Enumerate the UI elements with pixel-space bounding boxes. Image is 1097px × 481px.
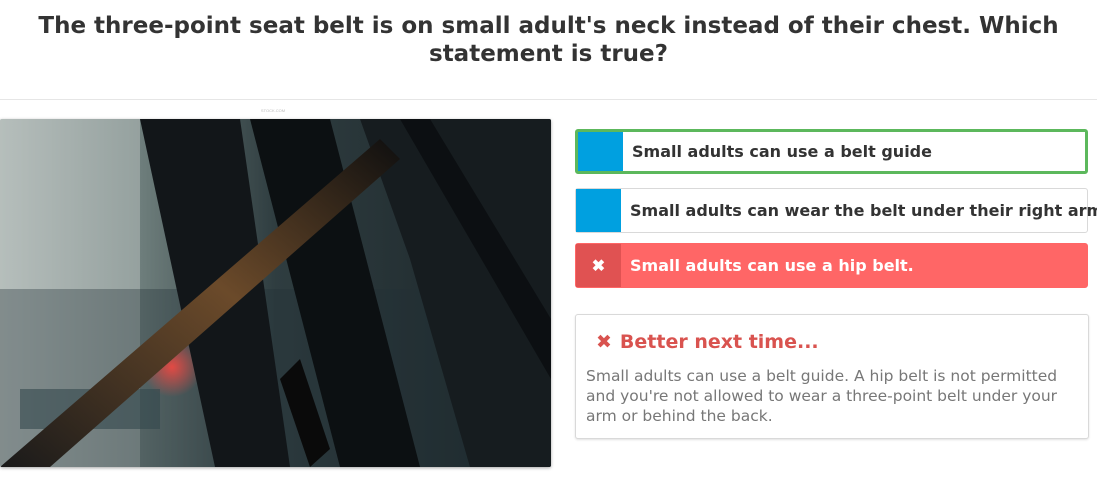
answer-option-3[interactable]: ✖ Small adults can use a hip belt.	[575, 243, 1088, 288]
divider	[0, 99, 1097, 100]
feedback-body: Small adults can use a belt guide. A hip…	[586, 367, 1058, 425]
close-icon: ✖	[596, 331, 612, 353]
answer-option-2[interactable]: Small adults can wear the belt under the…	[575, 188, 1097, 233]
answer-marker	[578, 132, 623, 171]
feedback-title-text: Better next time...	[619, 331, 819, 353]
image-caption: STOCK.COM	[260, 108, 286, 113]
answer-marker	[576, 189, 621, 232]
seat-belt-photo	[0, 119, 551, 467]
answer-label: Small adults can use a hip belt.	[630, 256, 914, 275]
answer-label: Small adults can wear the belt under the…	[630, 201, 1097, 220]
question-title: The three-point seat belt is on small ad…	[38, 13, 1059, 67]
answer-label: Small adults can use a belt guide	[632, 142, 932, 161]
feedback-panel: ✖ Better next time... Small adults can us…	[575, 314, 1089, 439]
feedback-title: ✖ Better next time...	[596, 331, 819, 353]
answer-option-1[interactable]: Small adults can use a belt guide	[575, 129, 1088, 174]
close-icon: ✖	[576, 244, 621, 287]
